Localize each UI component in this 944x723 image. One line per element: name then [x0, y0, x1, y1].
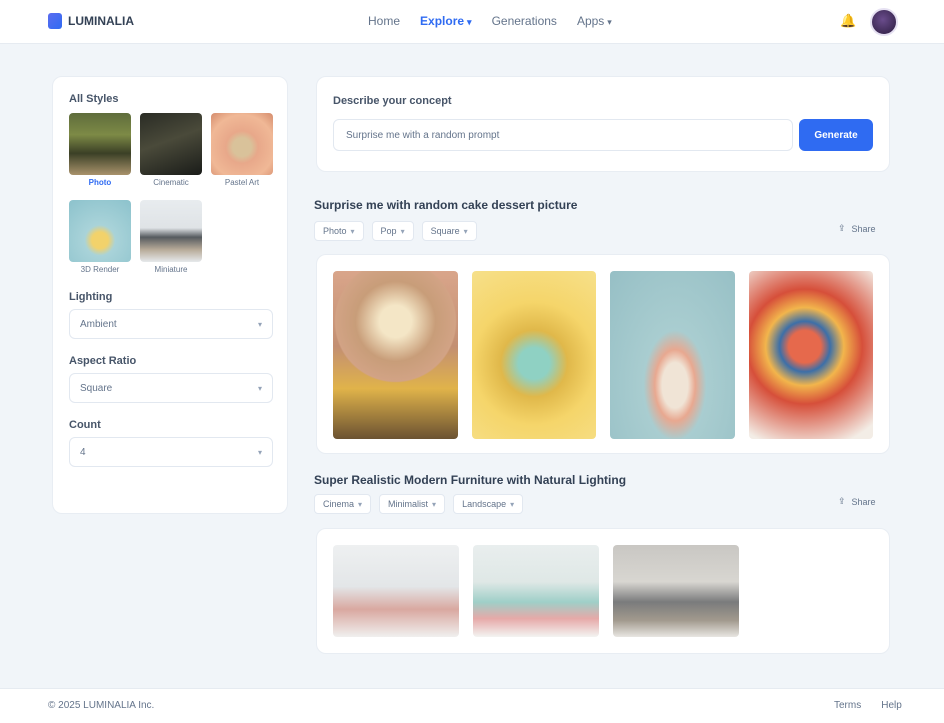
styles-label: All Styles	[69, 93, 119, 105]
section-title: Super Realistic Modern Furniture with Na…	[314, 473, 627, 487]
chevron-down-icon: ▾	[400, 226, 405, 236]
chip-mood[interactable]: Pop ▾	[371, 221, 414, 241]
style-name: Pastel Art	[224, 178, 260, 187]
chip-style[interactable]: Cinema ▾	[314, 494, 372, 514]
aspect-ratio-label: Aspect Ratio	[69, 355, 137, 367]
footer-link-terms[interactable]: Terms	[834, 700, 861, 711]
chip-label: Landscape	[462, 499, 507, 509]
lighting-field: Lighting Ambient ▾	[69, 291, 273, 339]
result-image[interactable]	[473, 545, 599, 637]
style-option-cinematic[interactable]: Cinematic	[140, 113, 202, 188]
result-image[interactable]	[333, 545, 459, 637]
chip-label: Minimalist	[388, 499, 429, 509]
chevron-down-icon: ▾	[467, 17, 472, 27]
brand-logo-icon	[48, 13, 62, 29]
style-thumbnail	[69, 113, 131, 175]
chevron-down-icon: ▾	[257, 447, 262, 457]
style-thumbnail	[211, 113, 273, 175]
top-navigation-bar: LUMINALIA Home Explore ▾ Generations Apps…	[0, 0, 944, 44]
brand-logo[interactable]: LUMINALIA	[48, 13, 134, 29]
style-option-photo[interactable]: Photo	[69, 113, 131, 188]
style-name: 3D Render	[80, 265, 120, 274]
aspect-ratio-select[interactable]: Square ▾	[69, 373, 273, 403]
lighting-value: Ambient	[80, 318, 117, 330]
aspect-ratio-value: Square	[80, 382, 113, 394]
nav-item-explore[interactable]: Explore ▾	[420, 14, 472, 28]
user-avatar[interactable]	[870, 8, 898, 36]
count-value: 4	[80, 446, 86, 458]
share-icon: ⇪	[838, 496, 846, 506]
share-icon: ⇪	[838, 223, 846, 233]
section-chips: Cinema ▾ Minimalist ▾ Landscape ▾	[314, 494, 524, 514]
chevron-down-icon: ▾	[257, 319, 262, 329]
prompt-card: Describe your concept Surprise me with a…	[316, 76, 890, 172]
share-label: Share	[851, 496, 876, 507]
chevron-down-icon: ▾	[463, 226, 468, 236]
chip-label: Pop	[380, 226, 397, 236]
share-button[interactable]: ⇪ Share	[838, 496, 876, 507]
chip-style[interactable]: Photo ▾	[314, 221, 364, 241]
result-image[interactable]	[333, 271, 458, 439]
style-option-3d-render[interactable]: 3D Render	[69, 200, 131, 275]
result-image[interactable]	[748, 271, 873, 439]
chevron-down-icon: ▾	[257, 383, 262, 393]
prompt-placeholder: Surprise me with a random prompt	[346, 129, 500, 141]
brand-name: LUMINALIA	[68, 14, 134, 28]
footer: © 2025 LUMINALIA Inc. Terms Help	[0, 688, 944, 723]
main-nav: Home Explore ▾ Generations Apps ▾	[368, 14, 612, 28]
style-thumbnail	[140, 113, 202, 175]
chip-label: Square	[430, 226, 460, 236]
result-image[interactable]	[610, 271, 735, 439]
chip-aspect[interactable]: Landscape ▾	[453, 494, 524, 514]
share-label: Share	[851, 223, 876, 234]
result-image[interactable]	[613, 545, 739, 637]
chip-label: Cinema	[323, 499, 355, 509]
section-title: Surprise me with random cake dessert pic…	[314, 198, 578, 212]
count-field: Count 4 ▾	[69, 419, 273, 467]
count-select[interactable]: 4 ▾	[69, 437, 273, 467]
style-option-miniature[interactable]: Miniature	[140, 200, 202, 275]
generate-button[interactable]: Generate	[799, 119, 873, 151]
style-name: Photo	[88, 178, 112, 187]
chevron-down-icon: ▾	[510, 499, 515, 509]
chevron-down-icon: ▾	[607, 17, 612, 27]
style-option-pastel-art[interactable]: Pastel Art	[211, 113, 273, 188]
prompt-row: Surprise me with a random prompt Generat…	[333, 119, 873, 151]
filter-sidebar: All Styles Photo Cinematic Pastel Art 3D…	[52, 76, 288, 514]
result-image[interactable]	[471, 271, 596, 439]
chevron-down-icon: ▾	[432, 499, 437, 509]
style-thumbnail	[69, 200, 131, 262]
notification-bell-icon[interactable]: 🔔	[840, 13, 856, 29]
style-name: Cinematic	[153, 178, 189, 187]
share-button[interactable]: ⇪ Share	[838, 223, 876, 234]
style-grid: Photo Cinematic Pastel Art 3D Render Min…	[69, 113, 273, 275]
lighting-label: Lighting	[69, 291, 113, 303]
style-name: Miniature	[154, 265, 188, 274]
footer-copyright: © 2025 LUMINALIA Inc.	[48, 700, 155, 711]
chevron-down-icon: ▾	[358, 499, 363, 509]
footer-links: Terms Help	[834, 700, 902, 711]
chip-label: Photo	[323, 226, 347, 236]
prompt-input[interactable]: Surprise me with a random prompt	[333, 119, 793, 151]
section-chips: Photo ▾ Pop ▾ Square ▾	[314, 221, 477, 241]
chevron-down-icon: ▾	[350, 226, 355, 236]
lighting-select[interactable]: Ambient ▾	[69, 309, 273, 339]
results-grid	[316, 254, 890, 454]
count-label: Count	[69, 419, 101, 431]
chip-mood[interactable]: Minimalist ▾	[379, 494, 446, 514]
nav-item-generations[interactable]: Generations	[492, 14, 557, 28]
aspect-ratio-field: Aspect Ratio Square ▾	[69, 355, 273, 403]
nav-item-home[interactable]: Home	[368, 14, 400, 28]
results-grid	[316, 528, 890, 654]
footer-link-help[interactable]: Help	[881, 700, 902, 711]
style-thumbnail	[140, 200, 202, 262]
nav-item-apps[interactable]: Apps ▾	[577, 14, 612, 28]
chip-aspect[interactable]: Square ▾	[421, 221, 477, 241]
prompt-title: Describe your concept	[333, 95, 452, 107]
